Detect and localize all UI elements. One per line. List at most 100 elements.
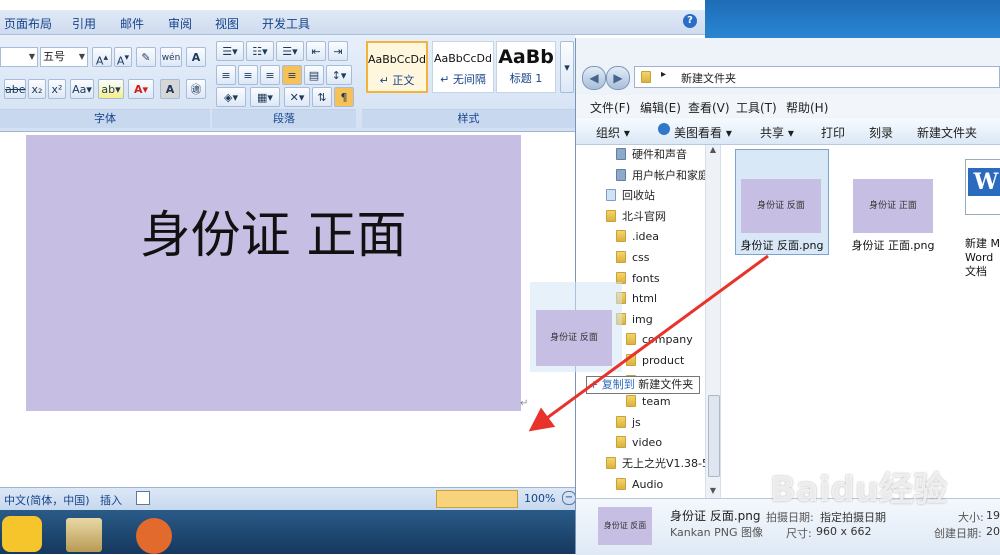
nav-item[interactable]: 硬件和声音 [616, 145, 687, 165]
view-buttons[interactable] [436, 490, 518, 508]
clear-format-icon[interactable]: ✎ [136, 47, 156, 67]
file-thumb[interactable]: 身份证 正面 [853, 179, 933, 233]
font-name-combo[interactable]: ▼ [0, 47, 38, 67]
nav-item[interactable]: 回收站 [606, 186, 655, 206]
tab-mailings[interactable]: 邮件 [120, 15, 144, 32]
nav-item[interactable]: 无上之光V1.38-5 [606, 454, 709, 474]
multilevel-list-icon[interactable]: ☰▾ [276, 41, 304, 61]
explorer-command-bar: 组织 ▾ 美图看看 ▾ 共享 ▾ 打印 刻录 新建文件夹 [576, 118, 1000, 145]
align-left-icon[interactable]: ≡ [216, 65, 236, 85]
bullets-icon[interactable]: ☰▾ [216, 41, 244, 61]
show-marks-icon[interactable]: ¶ [334, 87, 354, 107]
scroll-down-icon[interactable]: ▼ [707, 486, 719, 498]
font-color-icon[interactable]: A▾ [128, 79, 154, 99]
print-button[interactable]: 打印 [821, 124, 845, 141]
nav-item[interactable]: Audio [616, 475, 663, 495]
font-size-combo[interactable]: 五号 ▼ [40, 47, 88, 67]
superscript-icon[interactable]: x² [48, 79, 66, 99]
tab-page-layout[interactable]: 页面布局 [4, 15, 52, 32]
justify-icon[interactable]: ≡ [282, 65, 302, 85]
styles-more-icon[interactable]: ▾ [560, 41, 574, 93]
address-field[interactable]: ▸ 新建文件夹 [634, 66, 1000, 88]
tab-developer[interactable]: 开发工具 [262, 15, 310, 32]
folder-app-icon[interactable] [66, 518, 102, 552]
style-heading-1[interactable]: AaBb 标题 1 [496, 41, 556, 93]
word-doc-icon[interactable]: W [965, 159, 1000, 215]
share-button[interactable]: 共享 ▾ [760, 124, 794, 141]
shading-icon[interactable]: ◈▾ [216, 87, 246, 107]
back-icon[interactable]: ◀ [582, 66, 606, 90]
nav-item[interactable]: html [616, 289, 657, 309]
menu-edit[interactable]: 编辑(E) [640, 99, 681, 116]
phonetic-guide-icon[interactable]: wén [160, 47, 182, 67]
subscript-icon[interactable]: x₂ [28, 79, 46, 99]
help-icon[interactable]: ? [683, 14, 697, 28]
line-spacing-icon[interactable]: ↕▾ [326, 65, 352, 85]
doc-id-card-image[interactable] [26, 135, 521, 411]
details-taken-value[interactable]: 指定拍摄日期 [820, 509, 886, 525]
sort-icon[interactable]: ⇅ [312, 87, 332, 107]
nav-item[interactable]: js [616, 413, 641, 433]
nav-item[interactable]: 北斗官网 [606, 207, 666, 227]
nav-scrollbar[interactable]: ▲ ▼ [705, 145, 720, 498]
strikethrough-icon[interactable]: abe [4, 79, 26, 99]
paint-app-icon[interactable] [136, 518, 172, 554]
meitu-viewer-button[interactable]: 美图看看 ▾ [674, 124, 732, 141]
app-icon-yellow[interactable] [2, 516, 42, 552]
enclosed-char-icon[interactable]: ㊜ [186, 79, 206, 99]
zoom-out-icon[interactable]: − [562, 491, 576, 505]
menu-help[interactable]: 帮助(H) [786, 99, 828, 116]
change-case-icon[interactable]: Aa▾ [70, 79, 94, 99]
file-name[interactable]: 新建 M Word 文档 [965, 237, 1000, 279]
highlight-icon[interactable]: ab▾ [98, 79, 124, 99]
nav-item[interactable]: team [626, 392, 671, 412]
style-normal[interactable]: AaBbCcDd ↵ 正文 [366, 41, 428, 93]
control-panel-icon [616, 148, 626, 160]
tab-references[interactable]: 引用 [72, 15, 96, 32]
scroll-thumb[interactable] [708, 395, 720, 477]
style-no-spacing[interactable]: AaBbCcDd ↵ 无间隔 [432, 41, 494, 93]
align-right-icon[interactable]: ≡ [260, 65, 280, 85]
word-status-bar: 中文(简体，中国) 插入 100% − [0, 487, 580, 510]
breadcrumb[interactable]: 新建文件夹 [681, 70, 736, 86]
burn-button[interactable]: 刻录 [869, 124, 893, 141]
language-status[interactable]: 中文(简体，中国) [4, 492, 90, 508]
nav-item[interactable]: company [626, 330, 693, 350]
nav-item[interactable]: .idea [616, 227, 659, 247]
shrink-font-icon[interactable]: A▾ [114, 47, 132, 68]
menu-file[interactable]: 文件(F) [590, 99, 630, 116]
zoom-level[interactable]: 100% [524, 492, 555, 505]
nav-item-label: Audio [632, 477, 664, 491]
folder-icon [626, 354, 636, 366]
grow-font-icon[interactable]: A▴ [92, 47, 112, 68]
text-direction-icon[interactable]: ✕▾ [284, 87, 310, 107]
insert-mode-status[interactable]: 插入 [100, 492, 122, 508]
align-center-icon[interactable]: ≡ [238, 65, 258, 85]
nav-item[interactable]: video [616, 433, 662, 453]
file-name[interactable]: 身份证 正面.png [845, 237, 941, 253]
details-thumb: 身份证 反面 [598, 507, 652, 545]
scroll-up-icon[interactable]: ▲ [707, 145, 719, 157]
char-border-icon[interactable]: A [186, 47, 206, 67]
menu-view[interactable]: 查看(V) [688, 99, 730, 116]
file-name[interactable]: 身份证 反面.png [735, 237, 829, 253]
nav-item[interactable]: product [626, 351, 684, 371]
borders-icon[interactable]: ▦▾ [250, 87, 280, 107]
nav-item[interactable]: css [616, 248, 650, 268]
increase-indent-icon[interactable]: ⇥ [328, 41, 348, 61]
decrease-indent-icon[interactable]: ⇤ [306, 41, 326, 61]
distributed-icon[interactable]: ▤ [304, 65, 324, 85]
macro-record-icon[interactable] [136, 491, 150, 505]
nav-item[interactable]: 用户帐户和家庭 [616, 166, 709, 186]
breadcrumb-arrow-icon[interactable]: ▸ [661, 69, 666, 80]
char-shading-icon[interactable]: A [160, 79, 180, 99]
nav-item[interactable]: fonts [616, 269, 660, 289]
new-folder-button[interactable]: 新建文件夹 [917, 124, 977, 141]
forward-icon[interactable]: ▶ [606, 66, 630, 90]
tab-view[interactable]: 视图 [215, 15, 239, 32]
tab-review[interactable]: 审阅 [168, 15, 192, 32]
menu-tools[interactable]: 工具(T) [736, 99, 777, 116]
nav-item-label: 北斗官网 [622, 209, 666, 223]
numbering-icon[interactable]: ☷▾ [246, 41, 274, 61]
organize-button[interactable]: 组织 ▾ [596, 124, 630, 141]
